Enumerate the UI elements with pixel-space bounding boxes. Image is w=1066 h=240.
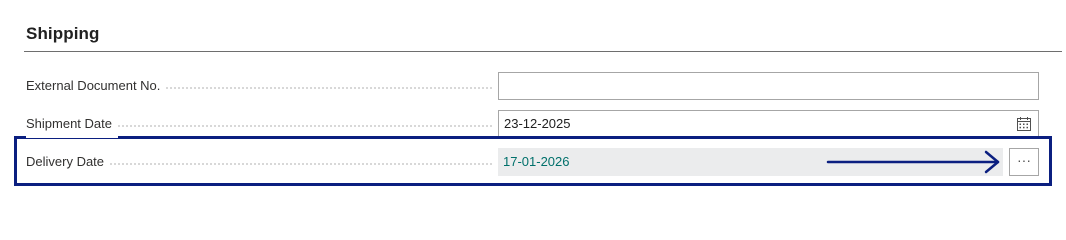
shipment-date-label: Shipment Date (26, 110, 118, 138)
delivery-date-label: Delivery Date (26, 148, 111, 176)
calendar-icon[interactable] (1017, 117, 1031, 131)
shipment-date-value: 23-12-2025 (504, 116, 571, 131)
arrow-right-icon (826, 150, 1000, 174)
section-title: Shipping (26, 24, 100, 43)
shipment-date-input[interactable]: 23-12-2025 (498, 110, 1039, 138)
external-document-no-input[interactable] (498, 72, 1039, 100)
field-row-external-document-no: External Document No. (26, 72, 1040, 100)
field-row-shipment-date: Shipment Date 23-12-2025 (26, 110, 1040, 138)
external-document-no-label: External Document No. (26, 72, 167, 100)
section-divider (24, 51, 1062, 52)
